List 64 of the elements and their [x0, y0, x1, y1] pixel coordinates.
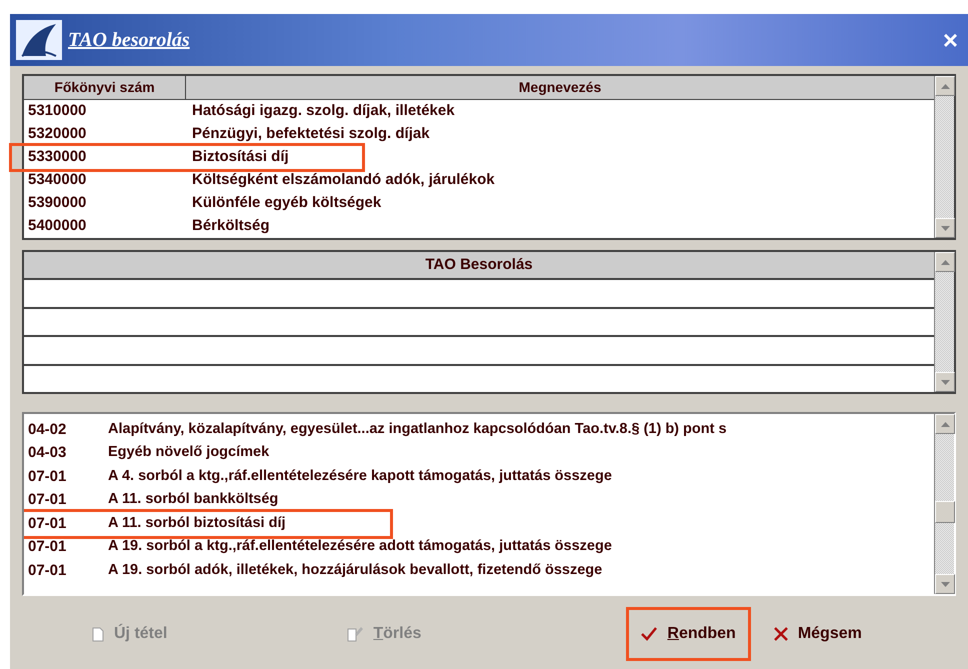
- account-name: Különféle egyéb költségek: [191, 193, 382, 214]
- table-row[interactable]: 5390000 Különféle egyéb költségek: [24, 192, 934, 215]
- category-name: A 19. sorból a ktg.,ráf.ellentételezésére adott támogatás, juttatás összege: [108, 537, 612, 556]
- category-code: 04-03: [27, 443, 68, 463]
- account-name: Bérköltség: [191, 216, 270, 236]
- scroll-down-button[interactable]: [935, 372, 955, 392]
- category-name: A 4. sorból a ktg.,ráf.ellentételezésére kapott támogatás, juttatás összege: [108, 466, 612, 486]
- account-code: 5320000: [27, 124, 88, 144]
- scroll-down-button[interactable]: [935, 218, 955, 238]
- column-header[interactable]: Főkönyvi szám: [24, 76, 186, 99]
- column-header[interactable]: TAO Besorolás: [24, 252, 934, 280]
- account-name: Biztosítási díj: [191, 147, 289, 168]
- checkmark-icon: [641, 627, 658, 641]
- ok-button[interactable]: Rendben: [626, 607, 751, 661]
- document-icon: [92, 626, 104, 642]
- cancel-button[interactable]: Mégsem: [758, 607, 877, 661]
- window-title: TAO besorolás: [68, 28, 190, 53]
- scroll-up-button[interactable]: [935, 252, 955, 272]
- account-code: 5400000: [27, 216, 88, 236]
- list-row[interactable]: 04-02 Alapítvány, közalapítvány, egyesület...az ingatlanhoz kapcsolódóan Tao.tv.8.§ (1) b) pont s: [24, 418, 934, 442]
- category-code: 07-01: [27, 466, 68, 486]
- close-button[interactable]: ×: [942, 27, 958, 53]
- account-code: 5330000: [27, 147, 88, 168]
- scroll-down-button[interactable]: [935, 574, 955, 594]
- category-name: Egyéb növelő jogcímek: [108, 443, 270, 462]
- close-icon: [774, 627, 788, 641]
- sail-logo-icon: [16, 20, 62, 60]
- table-row[interactable]: 5340000 Költségként elszámolandó adók, járulékok: [24, 169, 934, 192]
- table-row[interactable]: 5330000 Biztosítási díj: [12, 146, 362, 169]
- down-arrow-icon: [940, 226, 950, 230]
- column-header[interactable]: Megnevezés: [186, 76, 934, 99]
- list-row[interactable]: 04-03 Egyéb növelő jogcímek: [24, 442, 934, 465]
- account-code: 5340000: [27, 170, 88, 190]
- account-name: Pénzügyi, befektetési szolg. díjak: [191, 124, 430, 144]
- table-row[interactable]: 5310000 Hatósági igazg. szolg. díjak, illetékek: [24, 100, 934, 123]
- up-arrow-icon: [940, 84, 950, 88]
- account-code: 5390000: [27, 193, 88, 214]
- list-row[interactable]: 07-01 A 4. sorból a ktg.,ráf.ellentételezésére kapott támogatás, juttatás összege: [24, 465, 934, 488]
- account-name: Költségként elszámolandó adók, járulékok: [191, 170, 495, 190]
- account-name: Hatósági igazg. szolg. díjak, illetékek: [191, 101, 455, 122]
- category-name: A 19. sorból adók, illetékek, hozzájárulások bevallott, fizetendő összege: [108, 560, 602, 580]
- down-arrow-icon: [940, 582, 950, 586]
- category-code: 04-02: [27, 420, 68, 440]
- list-row[interactable]: 07-01 A 11. sorból bankköltség: [24, 488, 934, 512]
- category-name: Alapítvány, közalapítvány, egyesület...az ingatlanhoz kapcsolódóan Tao.tv.8.§ (1) b) pont s: [108, 420, 727, 439]
- account-code: 5310000: [27, 101, 88, 122]
- up-arrow-icon: [940, 260, 950, 264]
- document-eraser-icon: [347, 626, 364, 642]
- category-code: 07-01: [27, 537, 68, 557]
- category-code: 07-01: [27, 514, 68, 534]
- scroll-up-button[interactable]: [935, 414, 955, 434]
- list-row[interactable]: 07-01 A 19. sorból adók, illetékek, hozzájárulások bevallott, fizetendő összege: [24, 559, 934, 582]
- up-arrow-icon: [940, 422, 950, 426]
- category-name: A 11. sorból bankköltség: [108, 490, 278, 510]
- table-row[interactable]: 5320000 Pénzügyi, befektetési szolg. díjak: [24, 123, 934, 146]
- scroll-thumb[interactable]: [935, 501, 955, 524]
- scroll-up-button[interactable]: [935, 76, 955, 96]
- category-code: 07-01: [27, 490, 68, 510]
- down-arrow-icon: [940, 380, 950, 384]
- category-code: 07-01: [27, 560, 68, 580]
- list-row[interactable]: 07-01 A 19. sorból a ktg.,ráf.ellentételezésére adott támogatás, juttatás összege: [24, 536, 934, 559]
- category-name: A 11. sorból biztosítási díj: [108, 514, 286, 533]
- table-row[interactable]: 5400000 Bérköltség: [24, 215, 934, 238]
- list-row[interactable]: 07-01 A 11. sorból biztosítási díj: [24, 512, 390, 536]
